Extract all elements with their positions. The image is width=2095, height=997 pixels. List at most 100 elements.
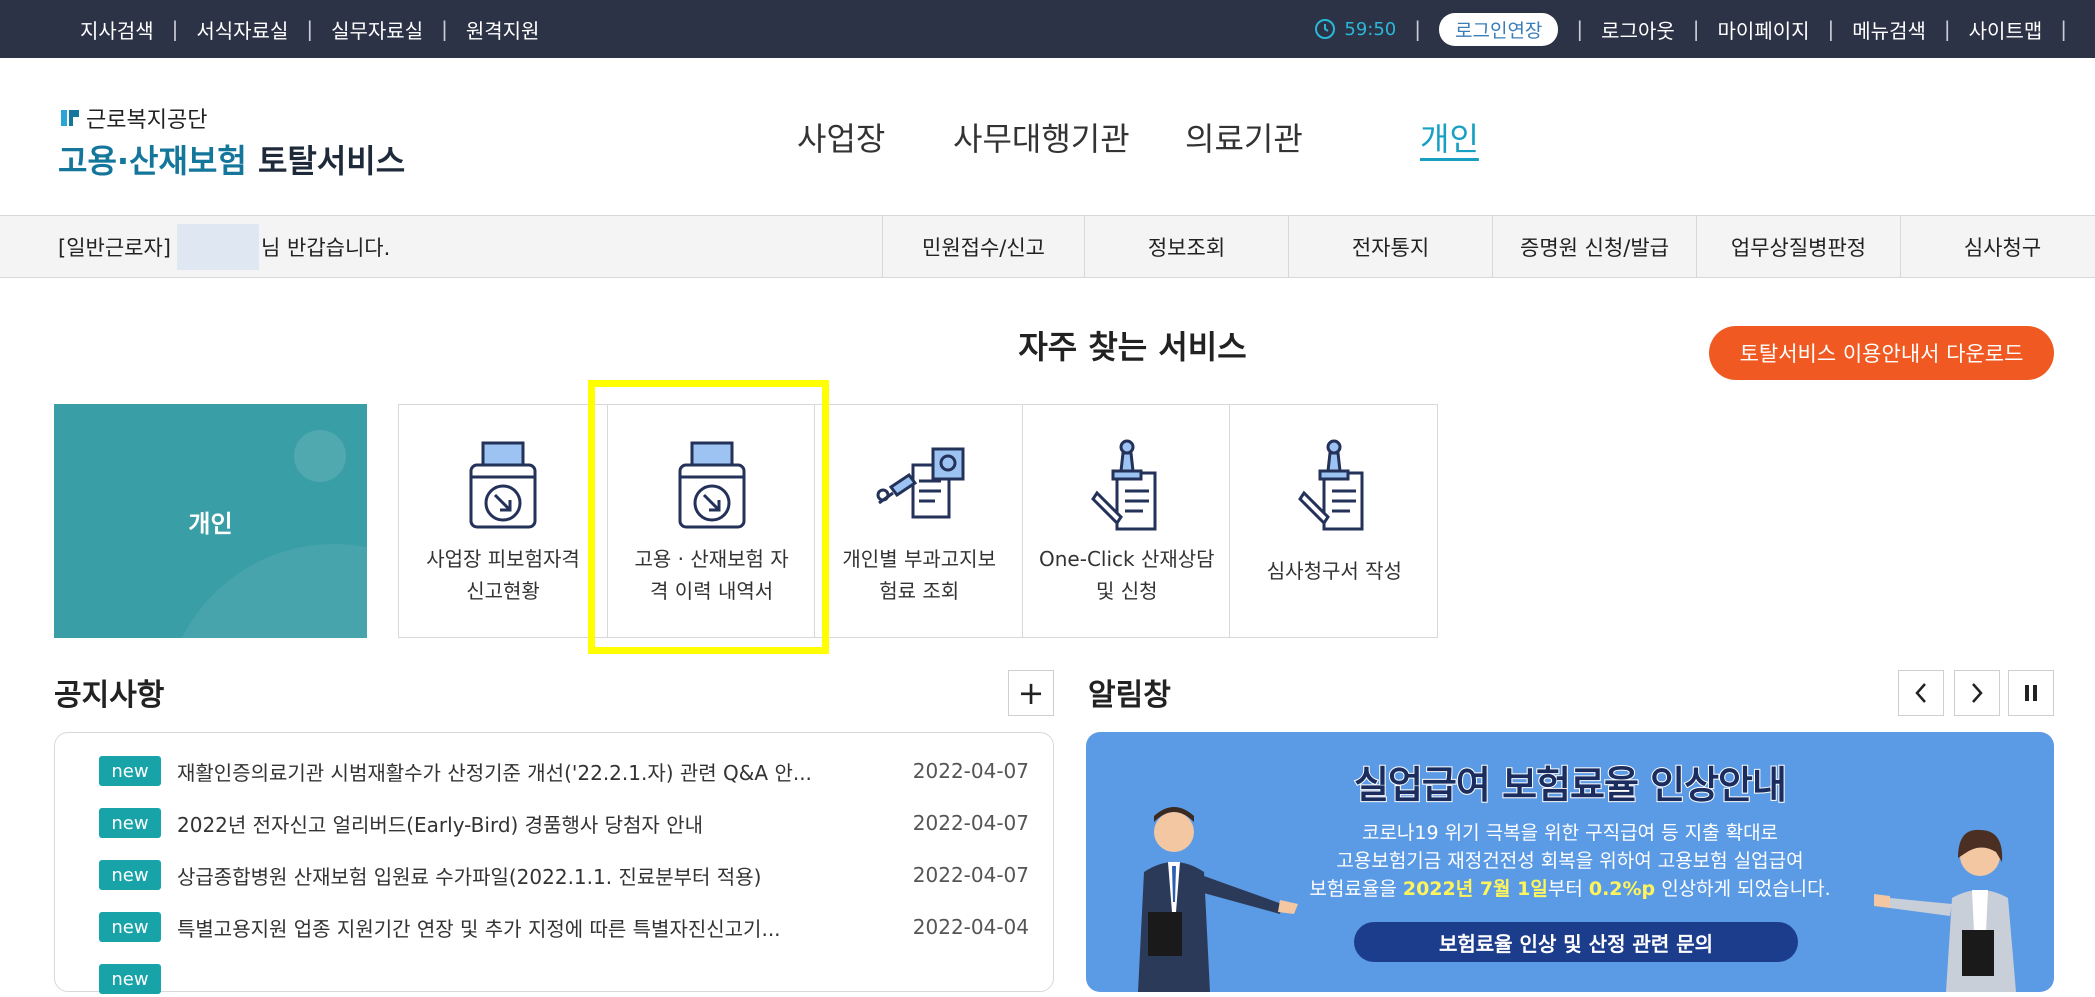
printer-download-icon bbox=[469, 441, 537, 529]
sitemap-link[interactable]: 사이트맵 bbox=[1969, 15, 2043, 44]
service-label: One-Click 산재상담 및 신청 bbox=[1039, 547, 1215, 603]
service-review-request-writing[interactable]: 심사청구서 작성 bbox=[1229, 405, 1437, 637]
submenu-civil-petition[interactable]: 민원접수/신고 bbox=[882, 216, 1084, 278]
divider: | bbox=[1414, 17, 1422, 41]
notice-list: new 재활인증의료기관 시범재활수가 산정기준 개선('22.2.1.자) 관… bbox=[54, 732, 1054, 994]
businesswoman-illustration bbox=[1874, 829, 2016, 992]
banner-line: 코로나19 위기 극복을 위한 구직급여 등 지출 확대로 bbox=[1361, 822, 1779, 844]
practice-library-link[interactable]: 실무자료실 bbox=[331, 15, 423, 44]
site-logo[interactable]: 근로복지공단 고용·산재보험 토탈서비스 bbox=[58, 104, 405, 182]
divider: | bbox=[441, 17, 448, 41]
remote-support-link[interactable]: 원격지원 bbox=[466, 15, 540, 44]
account-links: 59:50 | 로그인연장 | 로그아웃 | 마이페이지 | 메뉴검색 | 사이… bbox=[1314, 0, 2067, 58]
login-extend-button[interactable]: 로그인연장 bbox=[1439, 12, 1559, 46]
divider: | bbox=[1943, 17, 1951, 41]
divider: | bbox=[1827, 17, 1835, 41]
notice-date: 2022-04-07 bbox=[912, 811, 1029, 835]
notice-date: 2022-04-07 bbox=[912, 863, 1029, 887]
submenu-disease-judgment[interactable]: 업무상질병판정 bbox=[1696, 216, 1900, 278]
notice-text: 특별고용지원 업종 지원기간 연장 및 추가 지정에 따른 특별자진신고기... bbox=[177, 916, 781, 941]
divider: | bbox=[171, 17, 179, 41]
nav-personal[interactable]: 개인 bbox=[1420, 114, 1479, 160]
document-search-icon bbox=[876, 447, 965, 519]
banner-prev-button[interactable] bbox=[1898, 670, 1944, 716]
comwel-logo-icon bbox=[61, 110, 79, 126]
stamp-document-icon bbox=[1298, 439, 1364, 531]
service-premium-inquiry[interactable]: 개인별 부과고지보 험료 조회 bbox=[814, 405, 1022, 637]
notice-text: 2022년 전자신고 얼리버드(Early-Bird) 경품행사 당첨자 안내 bbox=[177, 812, 703, 837]
service-oneclick-consultation[interactable]: One-Click 산재상담 및 신청 bbox=[1021, 405, 1230, 637]
banner-line: 보험료율을 2022년 7월 1일부터 0.2%p 인상하게 되었습니다. bbox=[1309, 878, 1831, 900]
service-title-a: 고용·산재보험 bbox=[58, 142, 247, 180]
submenu-e-notice[interactable]: 전자통지 bbox=[1288, 216, 1492, 278]
menu-search-link[interactable]: 메뉴검색 bbox=[1852, 15, 1926, 44]
divider: | bbox=[1576, 17, 1584, 41]
pause-icon bbox=[2025, 685, 2037, 701]
submenu-review-request[interactable]: 심사청구 bbox=[1900, 216, 2095, 278]
divider: | bbox=[1692, 17, 1700, 41]
service-label: 사업장 피보험자격 신고현황 bbox=[426, 547, 580, 603]
divider: | bbox=[2060, 17, 2067, 41]
personal-category-card[interactable]: 개인 bbox=[54, 404, 367, 638]
organization-name: 근로복지공단 bbox=[58, 104, 405, 133]
notice-text: 상급종합병원 산재보험 입원료 수가파일(2022.1.1. 진료분부터 적용) bbox=[177, 864, 762, 889]
nav-workplace[interactable]: 사업장 bbox=[797, 114, 885, 160]
service-title-b: 토탈서비스 bbox=[257, 142, 406, 180]
notice-item[interactable]: new 상급종합병원 산재보험 입원료 수가파일(2022.1.1. 진료분부터… bbox=[99, 857, 1029, 893]
premium-inquiry-button[interactable]: 보험료율 인상 및 산정 관련 문의 bbox=[1354, 922, 1798, 962]
service-workplace-insured-status[interactable]: 사업장 피보험자격 신고현황 bbox=[399, 405, 607, 637]
service-title: 고용·산재보험 토탈서비스 bbox=[58, 136, 405, 182]
alert-title: 알림창 bbox=[1088, 678, 1171, 713]
user-type: [일반근로자] bbox=[58, 236, 171, 260]
new-badge: new bbox=[99, 860, 161, 890]
alert-banner[interactable]: 실업급여 보험료율 인상안내 코로나19 위기 극복을 위한 구직급여 등 지출… bbox=[1086, 732, 2054, 992]
service-label: 심사청구서 작성 bbox=[1266, 559, 1402, 583]
new-badge: new bbox=[99, 756, 161, 786]
clock-icon bbox=[1315, 19, 1336, 39]
forms-library-link[interactable]: 서식자료실 bbox=[196, 15, 288, 44]
notice-title: 공지사항 bbox=[54, 678, 165, 713]
stamp-document-icon bbox=[1090, 439, 1157, 531]
mypage-link[interactable]: 마이페이지 bbox=[1718, 15, 1810, 44]
notice-date: 2022-04-07 bbox=[912, 759, 1029, 783]
utility-links: 지사검색 | 서식자료실 | 실무자료실 | 원격지원 bbox=[80, 0, 539, 58]
highlight-box bbox=[588, 380, 829, 654]
notice-more-button[interactable]: + bbox=[1008, 670, 1054, 716]
new-badge: new bbox=[99, 964, 161, 994]
banner-line: 고용보험기금 재정건전성 회복을 위하여 고용보험 실업급여 bbox=[1336, 850, 1804, 872]
new-badge: new bbox=[99, 808, 161, 838]
chevron-right-icon bbox=[1972, 683, 1983, 703]
divider: | bbox=[306, 17, 314, 41]
greeting-text: 님 반갑습니다. bbox=[261, 236, 391, 260]
new-badge: new bbox=[99, 912, 161, 942]
favorite-services: 사업장 피보험자격 신고현황 고용 · 산재보험 자격 이력 내역서 개인별 부… bbox=[398, 404, 1438, 638]
submenu-certificate[interactable]: 증명원 신청/발급 bbox=[1492, 216, 1696, 278]
utility-bar: 지사검색 | 서식자료실 | 실무자료실 | 원격지원 59:50 | 로그인연… bbox=[0, 0, 2095, 58]
sub-menu: 민원접수/신고 정보조회 전자통지 증명원 신청/발급 업무상질병판정 심사청구 bbox=[882, 216, 2095, 278]
session-timer: 59:50 bbox=[1314, 18, 1396, 40]
notice-item[interactable]: new 특별고용지원 업종 지원기간 연장 및 추가 지정에 따른 특별자진신고… bbox=[99, 909, 1029, 945]
branch-search-link[interactable]: 지사검색 bbox=[80, 15, 154, 44]
banner-pause-button[interactable] bbox=[2008, 670, 2054, 716]
nav-agency[interactable]: 사무대행기관 bbox=[953, 114, 1130, 160]
masked-user-name bbox=[177, 224, 259, 270]
org-text: 근로복지공단 bbox=[86, 108, 208, 133]
guide-download-button[interactable]: 토탈서비스 이용안내서 다운로드 bbox=[1709, 326, 2054, 380]
sub-navigation-bar: [일반근로자] 님 반갑습니다. 민원접수/신고 정보조회 전자통지 증명원 신… bbox=[0, 216, 2095, 278]
notice-date: 2022-04-04 bbox=[912, 915, 1029, 939]
notice-item[interactable]: new 2022년 전자신고 얼리버드(Early-Bird) 경품행사 당첨자… bbox=[99, 805, 1029, 841]
site-header: 근로복지공단 고용·산재보험 토탈서비스 사업장 사무대행기관 의료기관 개인 bbox=[0, 58, 2095, 216]
businessman-illustration bbox=[1138, 807, 1298, 992]
timer-value: 59:50 bbox=[1344, 18, 1397, 40]
user-greeting: [일반근로자] 님 반갑습니다. bbox=[58, 216, 390, 278]
submenu-info-inquiry[interactable]: 정보조회 bbox=[1084, 216, 1288, 278]
notice-text: 재활인증의료기관 시범재활수가 산정기준 개선('22.2.1.자) 관련 Q&… bbox=[177, 760, 812, 785]
service-label: 개인별 부과고지보 험료 조회 bbox=[842, 547, 996, 603]
logout-link[interactable]: 로그아웃 bbox=[1601, 15, 1675, 44]
notice-item[interactable]: new bbox=[99, 961, 1029, 997]
personal-category-label: 개인 bbox=[188, 509, 233, 538]
nav-medical[interactable]: 의료기관 bbox=[1185, 114, 1303, 160]
chevron-left-icon bbox=[1915, 683, 1926, 703]
notice-item[interactable]: new 재활인증의료기관 시범재활수가 산정기준 개선('22.2.1.자) 관… bbox=[99, 753, 1029, 789]
banner-next-button[interactable] bbox=[1954, 670, 2000, 716]
